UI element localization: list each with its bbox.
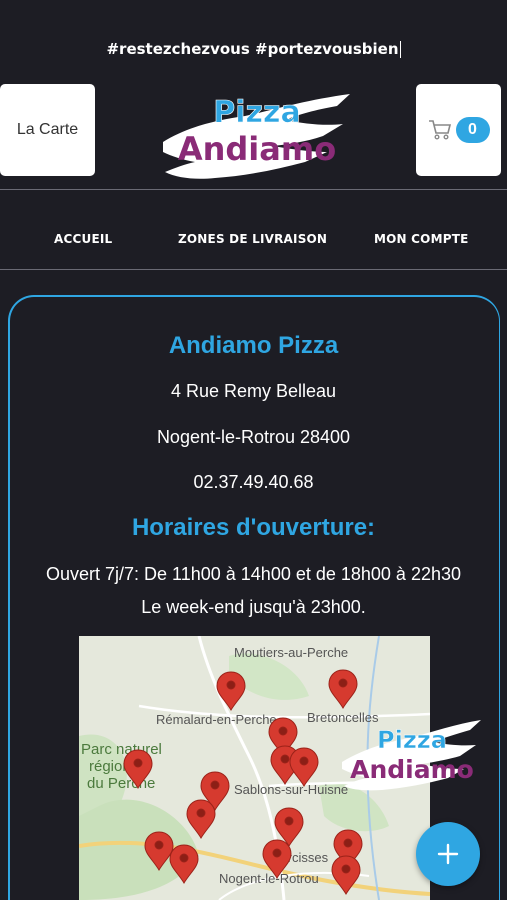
promo-text: #restezchezvous #portezvousbien <box>106 40 399 58</box>
map-label-sablons: Sablons-sur-Huisne <box>234 782 348 797</box>
promo-hashtags: #restezchezvous #portezvousbien <box>0 40 507 58</box>
nav-item-zones-livraison[interactable]: ZONES DE LIVRAISON <box>178 232 327 246</box>
map-label-nogent: Nogent-le-Rotrou <box>219 871 319 886</box>
restaurant-name: Andiamo Pizza <box>168 332 339 359</box>
main-nav: ACCUEIL ZONES DE LIVRAISON MON COMPTE <box>0 232 507 252</box>
brand-logo[interactable]: Pizza Andiamo <box>155 80 355 185</box>
divider <box>0 189 507 190</box>
map-label-remalard: Rémalard-en-Perche <box>156 712 277 727</box>
map-label-moutiers: Moutiers-au-Perche <box>234 645 348 660</box>
cart-icon <box>428 120 451 140</box>
divider <box>0 269 507 270</box>
restaurant-city: Nogent-le-Rotrou 28400 <box>156 427 351 447</box>
hours-title: Horaires d'ouverture: <box>131 514 376 541</box>
float-logo-line2: Andiamo <box>350 755 474 784</box>
plus-icon <box>437 843 459 865</box>
cart-button[interactable]: 0 <box>416 84 501 176</box>
restaurant-street: 4 Rue Remy Belleau <box>170 381 337 401</box>
floating-brand-logo[interactable]: Pizza Andiamo <box>338 712 483 797</box>
menu-button-label: La Carte <box>16 121 79 138</box>
cart-count-badge: 0 <box>455 117 490 143</box>
logo-line1: Pizza <box>213 95 300 130</box>
logo-line2: Andiamo <box>178 130 336 168</box>
menu-button[interactable]: La Carte <box>0 84 95 176</box>
hours-line-2: Le week-end jusqu'à 23h00. <box>141 597 366 617</box>
restaurant-phone[interactable]: 02.37.49.40.68 <box>0 472 507 493</box>
add-button[interactable] <box>416 822 480 886</box>
float-logo-line1: Pizza <box>377 726 447 754</box>
nav-item-accueil[interactable]: ACCUEIL <box>54 232 112 246</box>
hours-line-1: Ouvert 7j/7: De 11h00 à 14h00 et de 18h0… <box>46 564 461 584</box>
nav-item-mon-compte[interactable]: MON COMPTE <box>374 232 469 246</box>
text-caret <box>399 41 401 58</box>
